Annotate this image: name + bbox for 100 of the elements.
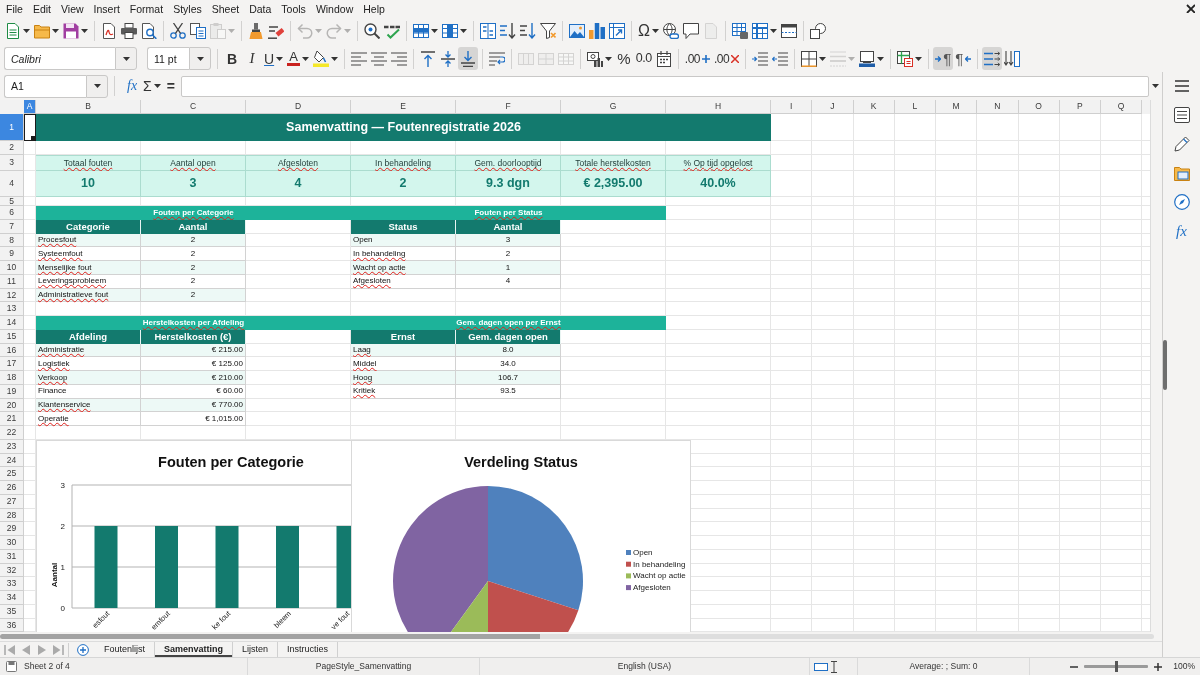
column-header[interactable]: B: [36, 100, 141, 114]
row-header[interactable]: 6: [0, 206, 24, 220]
column-header[interactable]: I: [771, 100, 813, 114]
column-header[interactable]: N: [977, 100, 1019, 114]
font-size-field[interactable]: 11 pt: [147, 47, 189, 70]
column-header[interactable]: L: [894, 100, 936, 114]
column-header[interactable]: O: [1018, 100, 1060, 114]
formula-input[interactable]: [180, 75, 1149, 97]
table-icon: [897, 50, 914, 67]
table-cell: Wacht op actie: [351, 261, 456, 275]
slider-thumb[interactable]: [1114, 661, 1118, 672]
menu-item[interactable]: Styles: [168, 1, 207, 16]
kpi-value: € 2,395.00: [561, 171, 666, 197]
row-header[interactable]: 9: [0, 247, 24, 261]
menu-item[interactable]: Insert: [88, 1, 125, 16]
underline-button[interactable]: U: [262, 47, 286, 70]
wrap-text-button[interactable]: [982, 47, 1003, 70]
table-cell: € 210.00: [141, 371, 246, 385]
menu-item[interactable]: File: [1, 1, 28, 16]
row-header[interactable]: 4: [0, 171, 24, 197]
window-icon: [780, 23, 797, 39]
column-header[interactable]: G: [561, 100, 666, 114]
row-header[interactable]: 33: [0, 577, 24, 591]
row-header[interactable]: 14: [0, 316, 24, 330]
search-icon: [364, 23, 380, 39]
sheet-tab[interactable]: Samenvatting: [155, 642, 234, 657]
plus-icon[interactable]: [1154, 662, 1163, 671]
italic-button[interactable]: I: [242, 47, 262, 70]
right-to-left-button[interactable]: ¶: [953, 47, 974, 70]
column-header[interactable]: Q: [1101, 100, 1143, 114]
delete-decimal-button[interactable]: .00: [712, 47, 742, 70]
compass-icon[interactable]: [1173, 194, 1190, 210]
plus-icon[interactable]: [77, 643, 89, 656]
row-header[interactable]: 30: [0, 536, 24, 550]
column-header[interactable]: K: [853, 100, 895, 114]
dropdown-button[interactable]: [189, 47, 211, 70]
add-decimal-button[interactable]: .00: [682, 47, 712, 70]
column-header[interactable]: C: [141, 100, 246, 114]
close-icon[interactable]: [1186, 4, 1195, 13]
column-header[interactable]: P: [1059, 100, 1101, 114]
row-header[interactable]: 17: [0, 357, 24, 371]
column-header[interactable]: A: [24, 100, 36, 114]
row-header[interactable]: 26: [0, 481, 24, 495]
row-header[interactable]: 10: [0, 261, 24, 275]
function-wizard-button[interactable]: fx: [124, 75, 141, 97]
percent-format-button[interactable]: %: [613, 47, 634, 70]
scrollbar-thumb[interactable]: [0, 634, 540, 639]
font-name-field[interactable]: Calibri: [4, 47, 115, 70]
bold-button[interactable]: B: [222, 47, 242, 70]
row-header[interactable]: 29: [0, 522, 24, 536]
column-header[interactable]: D: [246, 100, 351, 114]
column-header[interactable]: H: [666, 100, 771, 114]
menu-item[interactable]: Tools: [276, 1, 311, 16]
column-header[interactable]: E: [351, 100, 456, 114]
kpi-label: Afgesloten: [246, 155, 351, 171]
row-header[interactable]: 22: [0, 426, 24, 440]
table-icon: [751, 23, 768, 39]
arrows-down-icon: [1004, 50, 1021, 67]
kpi-value: 10: [36, 171, 141, 197]
column-header[interactable]: J: [812, 100, 854, 114]
row-header[interactable]: 34: [0, 591, 24, 605]
pen-icon[interactable]: [1173, 136, 1190, 152]
menu-item[interactable]: Format: [124, 1, 169, 16]
list-icon[interactable]: [1173, 107, 1190, 123]
sum-button[interactable]: Σ: [140, 75, 164, 97]
sum-label: Average: ; Sum: 0: [909, 661, 978, 672]
font-color-button[interactable]: A: [285, 47, 311, 70]
row-header[interactable]: 25: [0, 467, 24, 481]
row-header[interactable]: 1: [0, 114, 24, 141]
menu-item[interactable]: Edit: [27, 1, 56, 16]
left-to-right-button[interactable]: ¶: [933, 47, 954, 70]
formula-button[interactable]: =: [163, 75, 178, 97]
column-header[interactable]: F: [456, 100, 561, 114]
dropdown-button[interactable]: [86, 74, 108, 98]
row-header[interactable]: 2: [0, 141, 24, 155]
funnel-icon: [540, 23, 556, 39]
row-header[interactable]: 3: [0, 155, 24, 171]
row-header[interactable]: 21: [0, 412, 24, 426]
menu-item[interactable]: View: [56, 1, 89, 16]
row-header[interactable]: 13: [0, 302, 24, 316]
sidebar-handle[interactable]: [1163, 340, 1167, 390]
rectangle-icon[interactable]: [814, 662, 828, 671]
special-character-button[interactable]: Ω: [636, 19, 661, 43]
row-header[interactable]: 18: [0, 371, 24, 385]
menu-item[interactable]: Sheet: [206, 1, 245, 16]
name-box-field[interactable]: A1: [4, 74, 86, 98]
menu-item[interactable]: Window: [310, 1, 359, 16]
menu-item[interactable]: Help: [358, 1, 390, 16]
text-cursor-icon[interactable]: [831, 660, 837, 673]
image-folder-icon[interactable]: [1173, 165, 1190, 181]
functions-button[interactable]: fx: [1176, 223, 1187, 239]
fill-handle[interactable]: [31, 136, 35, 140]
minus-icon[interactable]: [1070, 665, 1079, 668]
align-bottom-button[interactable]: [457, 47, 478, 70]
column-header[interactable]: M: [936, 100, 978, 114]
number-format-button[interactable]: 0.0: [633, 47, 654, 70]
column-heading: Gem. dagen open: [456, 329, 561, 344]
dropdown-button[interactable]: [115, 47, 137, 70]
menu-item[interactable]: Data: [244, 1, 277, 16]
menu-icon[interactable]: [1174, 80, 1189, 92]
